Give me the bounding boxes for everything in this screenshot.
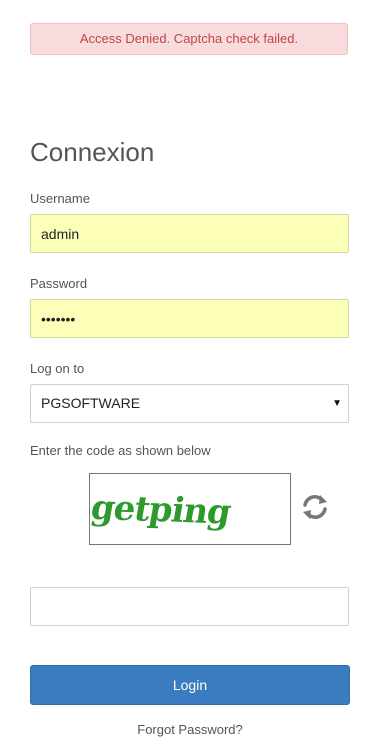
username-field[interactable] xyxy=(30,214,349,253)
username-label: Username xyxy=(30,191,90,206)
chevron-down-icon: ▼ xyxy=(332,398,342,409)
captcha-input[interactable] xyxy=(30,587,349,626)
login-page: Access Denied. Captcha check failed. Con… xyxy=(0,0,380,750)
captcha-text: getping xyxy=(90,488,234,533)
password-label: Password xyxy=(30,276,88,291)
error-alert: Access Denied. Captcha check failed. xyxy=(30,23,348,55)
domain-select-value: PGSOFTWARE xyxy=(41,395,141,411)
refresh-captcha-button[interactable] xyxy=(300,491,330,523)
domain-label: Log on to xyxy=(30,361,85,376)
captcha-label: Enter the code as shown below xyxy=(30,443,211,458)
captcha-image: getping xyxy=(88,473,291,545)
forgot-password-link[interactable]: Forgot Password? xyxy=(0,722,380,737)
captcha-svg: getping xyxy=(88,488,235,533)
domain-select[interactable]: PGSOFTWARE ▼ xyxy=(30,384,349,423)
error-alert-message: Access Denied. Captcha check failed. xyxy=(79,31,299,46)
page-title: Connexion xyxy=(30,137,155,167)
login-button[interactable]: Login xyxy=(30,665,350,705)
password-field[interactable] xyxy=(30,299,349,338)
refresh-icon xyxy=(303,495,327,519)
